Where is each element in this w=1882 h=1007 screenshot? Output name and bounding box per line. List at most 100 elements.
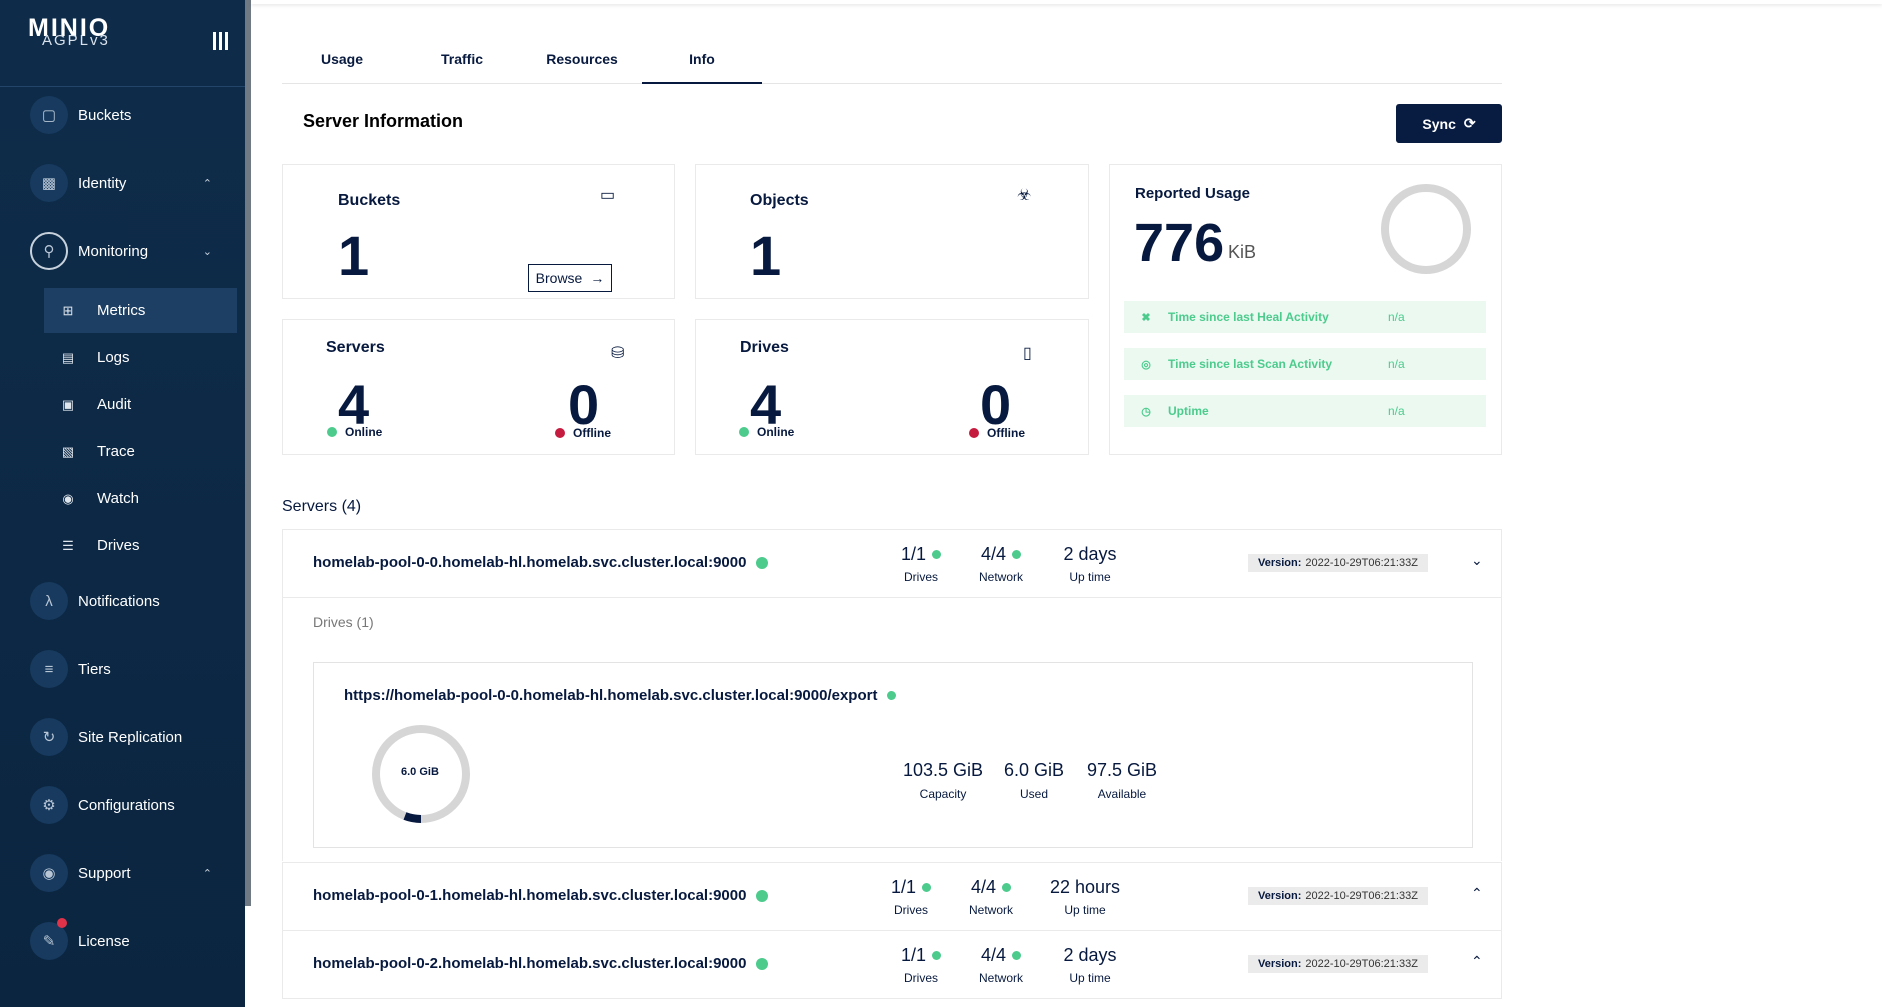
sidebar-item-label: Configurations <box>78 796 175 814</box>
scan-activity-value: n/a <box>1388 357 1405 371</box>
sidebar-item-label: License <box>78 932 130 950</box>
chevron-up-icon[interactable]: ⌃ <box>1471 885 1483 902</box>
sidebar-subitem-label: Watch <box>97 490 139 507</box>
heal-icon: ✖ <box>1141 311 1151 324</box>
watch-icon: ◉ <box>62 490 74 506</box>
sidebar-subitem-drives[interactable]: ☰ Drives <box>44 523 237 568</box>
sidebar-subitem-audit[interactable]: ▣ Audit <box>44 382 237 427</box>
server-uptime-value: 2 days <box>1063 544 1117 564</box>
sidebar-subitem-label: Audit <box>97 396 132 413</box>
sidebar-divider <box>0 86 245 87</box>
drive-used-label: Used <box>1019 787 1048 801</box>
objects-card-title: Objects <box>750 192 809 209</box>
server-uptime-stat: 2 days Up time <box>1045 544 1135 584</box>
sidebar-item-notifications[interactable]: λ Notifications <box>30 581 230 621</box>
sidebar-subitem-label: Logs <box>97 349 130 366</box>
drives-card: Drives ▯ 4 Online 0 Offline <box>695 319 1089 455</box>
tab-info[interactable]: Info <box>642 42 762 84</box>
identity-icon: ▩ <box>30 164 68 202</box>
sidebar-subitem-metrics[interactable]: ⊞ Metrics <box>44 288 237 333</box>
sidebar-subitem-label: Drives <box>97 537 140 554</box>
sidebar-item-support[interactable]: ◉ Support ⌃ <box>30 853 230 893</box>
chevron-up-icon: ⌃ <box>202 867 212 880</box>
reported-usage-title: Reported Usage <box>1135 185 1251 202</box>
version-label: Version: <box>1258 890 1302 902</box>
drive-available-stat: 97.5 GiB Available <box>1084 760 1160 801</box>
tab-resources[interactable]: Resources <box>522 42 642 84</box>
sidebar-item-buckets[interactable]: ▢ Buckets <box>30 95 230 135</box>
collapse-sidebar-button[interactable] <box>213 32 231 52</box>
sidebar-item-label: Monitoring <box>78 242 149 260</box>
browse-button[interactable]: Browse → <box>528 264 612 292</box>
drive-donut-label: 6.0 GiB <box>401 766 439 778</box>
sidebar-item-monitoring[interactable]: ⚲ Monitoring ⌄ <box>30 231 230 271</box>
drive-card: https://homelab-pool-0-0.homelab-hl.home… <box>313 662 1473 848</box>
sidebar-scrollbar[interactable] <box>245 0 251 906</box>
buckets-count: 1 <box>338 224 370 287</box>
buckets-card: Buckets ▭ 1 Browse → <box>282 164 675 299</box>
support-icon: ◉ <box>30 854 68 892</box>
sidebar-item-configurations[interactable]: ⚙ Configurations <box>30 785 230 825</box>
metrics-icon: ⊞ <box>62 302 74 318</box>
sidebar-item-label: Buckets <box>78 106 132 124</box>
heal-activity-value: n/a <box>1388 310 1405 324</box>
reported-usage-value: 776 <box>1134 213 1225 273</box>
sync-button-label: Sync <box>1422 115 1456 132</box>
sidebar-item-identity[interactable]: ▩ Identity ⌃ <box>30 163 230 203</box>
chevron-down-icon[interactable]: ⌄ <box>1471 552 1483 569</box>
server-version-badge: Version: 2022-10-29T06:21:33Z <box>1248 887 1428 905</box>
server-uptime-label: Up time <box>1064 903 1106 917</box>
tab-traffic[interactable]: Traffic <box>402 42 522 84</box>
tiers-icon: ≡ <box>30 650 68 688</box>
heal-activity-row: ✖ Time since last Heal Activity n/a <box>1124 301 1486 333</box>
app-root: MINIO AGPLv3 ▢ Buckets ▩ Identity ⌃ ⚲ Mo… <box>0 0 1882 1007</box>
sidebar-subitem-trace[interactable]: ▧ Trace <box>44 429 237 474</box>
server-name-text: homelab-pool-0-0.homelab-hl.homelab.svc.… <box>313 554 747 571</box>
lambda-icon: λ <box>30 582 68 620</box>
sidebar-item-tiers[interactable]: ≡ Tiers <box>30 649 230 689</box>
uptime-label: Uptime <box>1168 404 1209 418</box>
servers-offline-count: 0 <box>568 373 600 436</box>
sidebar-subitem-logs[interactable]: ▤ Logs <box>44 335 237 380</box>
server-version-badge: Version: 2022-10-29T06:21:33Z <box>1248 554 1428 572</box>
trace-icon: ▧ <box>61 443 75 459</box>
server-row[interactable]: homelab-pool-0-1.homelab-hl.homelab.svc.… <box>282 862 1502 931</box>
chevron-up-icon[interactable]: ⌃ <box>1471 953 1483 970</box>
drive-capacity-value: 103.5 GiB <box>902 760 984 780</box>
server-uptime-label: Up time <box>1069 971 1111 985</box>
server-uptime-label: Up time <box>1069 570 1111 584</box>
sidebar-item-site-replication[interactable]: ↻ Site Replication <box>30 717 230 757</box>
chevron-down-icon: ⌄ <box>202 245 212 258</box>
tab-usage[interactable]: Usage <box>282 42 402 84</box>
tab-bar: Usage Traffic Resources Info <box>282 42 1502 84</box>
objects-card: Objects ☣ 1 <box>695 164 1089 299</box>
server-drives-label: Drives <box>893 903 928 917</box>
server-row[interactable]: homelab-pool-0-0.homelab-hl.homelab.svc.… <box>282 529 1502 598</box>
drives-online-status: Online <box>739 425 794 439</box>
server-network-stat: 4/4 Network <box>956 877 1026 917</box>
sync-button[interactable]: Sync ⟳ <box>1396 104 1502 143</box>
server-name-text: homelab-pool-0-1.homelab-hl.homelab.svc.… <box>313 887 747 904</box>
server-drives-value: 1/1 <box>890 877 917 897</box>
scan-icon: ◎ <box>1141 358 1151 371</box>
drives-heading: Drives (1) <box>313 614 374 630</box>
sidebar-item-label: Identity <box>78 174 127 192</box>
server-network-value: 4/4 <box>970 877 997 897</box>
server-drives-stat: 1/1 Drives <box>891 544 951 584</box>
server-name-text: homelab-pool-0-2.homelab-hl.homelab.svc.… <box>313 955 747 972</box>
server-name: homelab-pool-0-1.homelab-hl.homelab.svc.… <box>313 887 769 904</box>
usage-donut-chart <box>1381 184 1471 274</box>
scan-activity-row: ◎ Time since last Scan Activity n/a <box>1124 348 1486 380</box>
offline-label: Offline <box>573 426 611 440</box>
server-row[interactable]: homelab-pool-0-2.homelab-hl.homelab.svc.… <box>282 930 1502 999</box>
offline-label: Offline <box>987 426 1025 440</box>
server-name: homelab-pool-0-2.homelab-hl.homelab.svc.… <box>313 955 769 972</box>
sidebar-item-label: Support <box>78 864 131 882</box>
version-label: Version: <box>1258 958 1302 970</box>
logs-icon: ▤ <box>61 349 75 365</box>
sidebar-subitem-watch[interactable]: ◉ Watch <box>44 476 237 521</box>
server-uptime-stat: 22 hours Up time <box>1035 877 1135 917</box>
version-value: 2022-10-29T06:21:33Z <box>1305 890 1418 902</box>
server-drives-label: Drives <box>903 570 938 584</box>
servers-card-title: Servers <box>326 339 385 356</box>
